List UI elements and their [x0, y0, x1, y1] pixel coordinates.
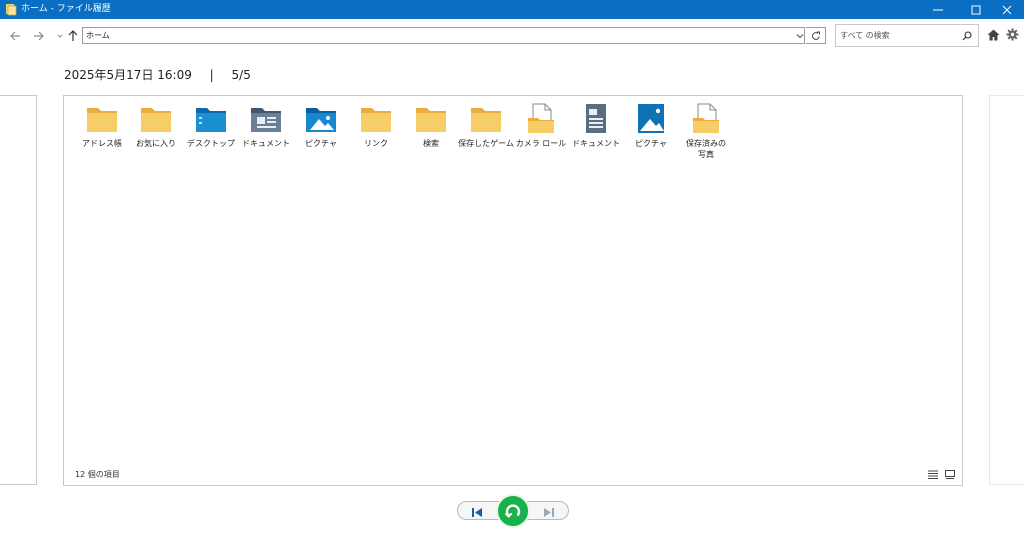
previous-version-icon: [472, 508, 482, 517]
folder-icon: [87, 108, 117, 132]
item-label: リンク: [364, 139, 388, 148]
next-version-icon: [544, 508, 554, 517]
item-label: お気に入り: [136, 139, 176, 148]
list-item[interactable]: お気に入り: [128, 103, 184, 149]
list-item[interactable]: 検索: [403, 103, 459, 149]
close-button[interactable]: [990, 0, 1024, 19]
next-version-button[interactable]: [540, 504, 560, 517]
list-item[interactable]: デスクトップ: [183, 103, 239, 149]
item-label: カメラ ロール: [515, 139, 567, 148]
search-icon[interactable]: [962, 31, 972, 41]
item-label: ドキュメント: [572, 139, 620, 148]
picture-library-icon: [638, 104, 664, 133]
list-item[interactable]: ピクチャ: [623, 103, 679, 149]
list-item[interactable]: ドキュメント: [238, 103, 294, 149]
search-placeholder: すべて の検索: [840, 31, 890, 40]
large-icons-view-icon[interactable]: [945, 470, 955, 479]
item-label: アドレス帳: [82, 139, 122, 148]
refresh-button[interactable]: [806, 27, 826, 44]
version-position: 5/5: [231, 68, 251, 82]
item-label: ドキュメント: [242, 139, 290, 148]
arrow-right-icon: [34, 31, 44, 41]
maximize-button[interactable]: [959, 0, 993, 19]
refresh-icon: [812, 31, 820, 40]
previous-version-button[interactable]: [467, 504, 487, 517]
list-item[interactable]: ドキュメント: [568, 103, 624, 149]
list-item[interactable]: リンク: [348, 103, 404, 149]
forward-button[interactable]: [32, 28, 46, 44]
folder-icon: [471, 108, 501, 132]
list-item[interactable]: アドレス帳: [74, 103, 130, 149]
arrow-up-icon: [68, 30, 78, 41]
address-bar[interactable]: ホーム: [82, 27, 805, 44]
file-list-pane: アドレス帳 お気に入り デスクトップ ドキュメント ピクチャ リンク 検索 保存…: [63, 95, 963, 486]
address-value: ホーム: [86, 31, 110, 40]
list-item[interactable]: ピクチャ: [293, 103, 349, 149]
minimize-button[interactable]: [921, 0, 955, 19]
list-item[interactable]: 保存したゲーム: [458, 103, 514, 149]
desktop-folder-icon: [196, 108, 226, 132]
home-icon[interactable]: [987, 29, 1000, 41]
address-dropdown-button[interactable]: [794, 27, 806, 44]
backup-date: 2025年5月17日 16:09: [64, 68, 192, 82]
pictures-folder-icon: [306, 108, 336, 132]
list-item[interactable]: カメラ ロール: [513, 103, 569, 149]
details-view-icon[interactable]: [928, 470, 938, 479]
item-count: 12 個の項目: [75, 470, 120, 479]
item-label: ピクチャ: [305, 139, 337, 148]
heading-separator: |: [209, 68, 214, 82]
up-button[interactable]: [66, 28, 80, 44]
item-label: 保存済みの写真: [686, 139, 726, 159]
arrow-left-icon: [10, 31, 20, 41]
item-label: ピクチャ: [635, 139, 667, 148]
close-icon: [1002, 5, 1012, 15]
maximize-icon: [971, 5, 981, 15]
item-label: デスクトップ: [187, 139, 235, 148]
item-label: 保存したゲーム: [458, 139, 514, 148]
document-library-icon: [586, 104, 606, 133]
back-button[interactable]: [8, 28, 22, 44]
next-version-pane[interactable]: [989, 95, 1024, 485]
library-folder-icon: [528, 103, 554, 133]
restore-icon: [504, 504, 521, 518]
window-title: ホーム - ファイル履歴: [21, 4, 111, 14]
recent-locations-button[interactable]: [56, 28, 64, 44]
gear-icon[interactable]: [1006, 28, 1019, 41]
documents-folder-icon: [251, 108, 281, 132]
folder-icon: [416, 108, 446, 132]
minimize-icon: [933, 9, 943, 11]
chevron-down-icon: [57, 34, 63, 38]
folder-icon: [141, 108, 171, 132]
search-input[interactable]: すべて の検索: [835, 24, 979, 47]
chevron-down-icon: [796, 34, 804, 39]
folder-icon: [361, 108, 391, 132]
item-label: 検索: [423, 139, 439, 148]
library-folder-icon: [693, 103, 719, 133]
file-history-app-icon: [6, 4, 17, 16]
backup-date-heading: 2025年5月17日 16:09 | 5/5: [64, 67, 251, 83]
previous-version-pane[interactable]: [0, 95, 37, 485]
list-item[interactable]: 保存済みの写真: [678, 103, 734, 160]
restore-button[interactable]: [496, 494, 530, 528]
title-bar: ホーム - ファイル履歴: [0, 0, 1024, 19]
